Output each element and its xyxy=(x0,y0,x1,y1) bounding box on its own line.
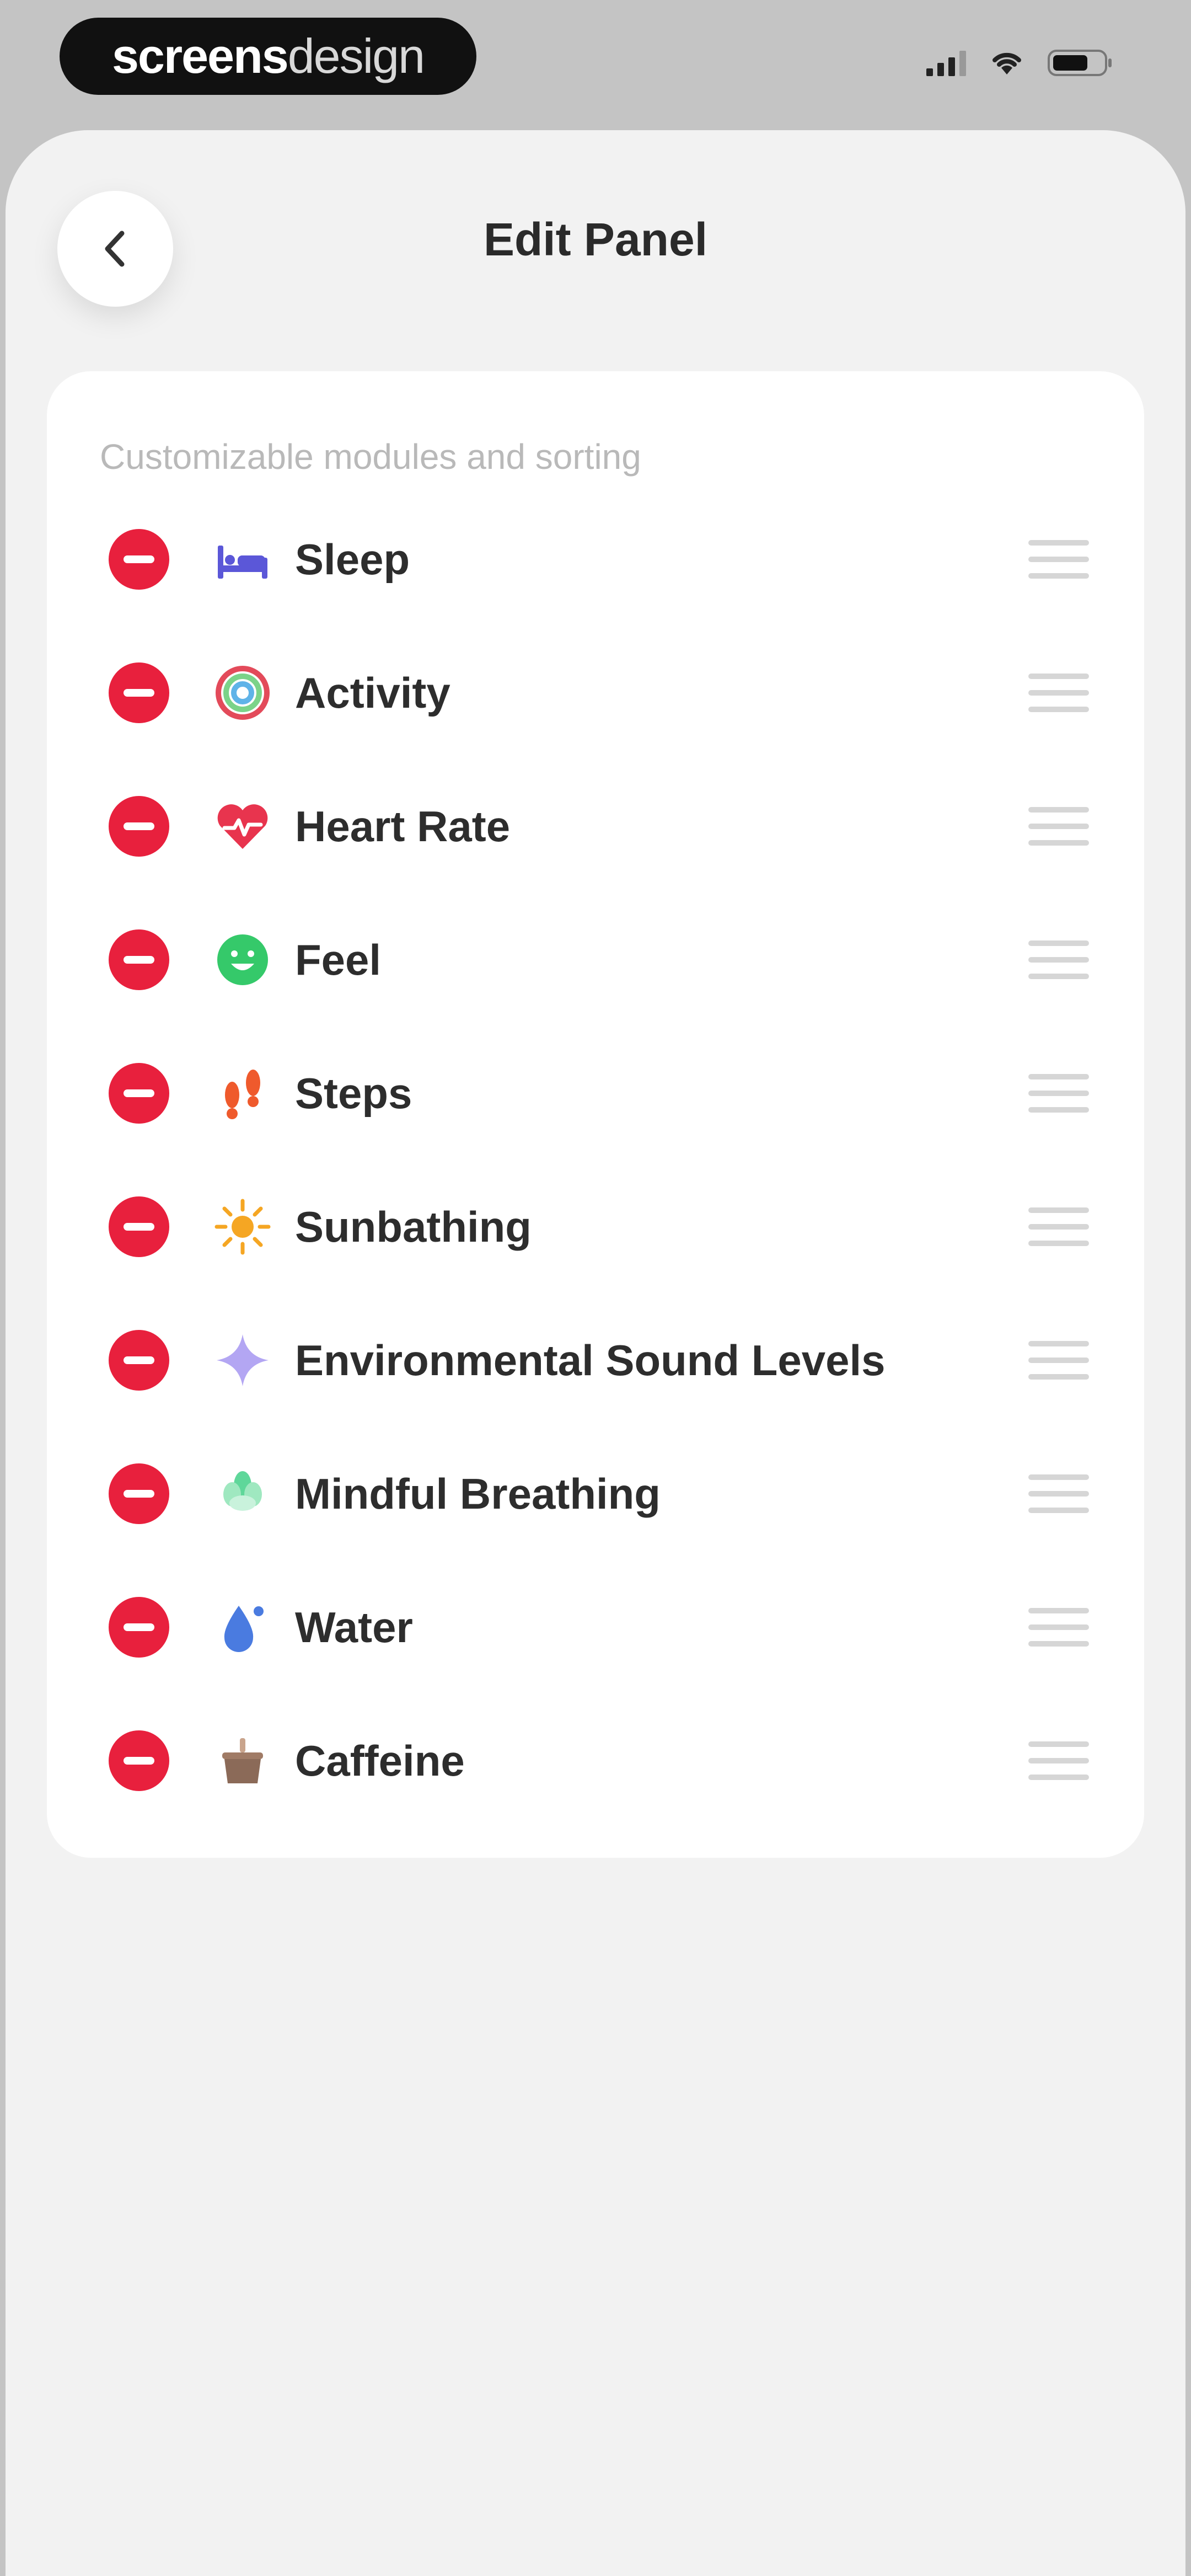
module-label: Sleep xyxy=(295,535,410,584)
module-row-caffeine: Caffeine xyxy=(47,1694,1144,1827)
bed-icon xyxy=(212,529,273,590)
brand-name-bold: screens xyxy=(111,29,289,83)
remove-button[interactable] xyxy=(109,1063,169,1124)
cellular-signal-icon xyxy=(926,50,966,76)
module-row-sunbathing: Sunbathing xyxy=(47,1160,1144,1294)
footprints-icon xyxy=(212,1063,273,1124)
module-row-sleep: Sleep xyxy=(47,493,1144,626)
module-row-steps: Steps xyxy=(47,1027,1144,1160)
header: Edit Panel xyxy=(6,130,1185,362)
wifi-icon xyxy=(990,50,1023,76)
remove-button[interactable] xyxy=(109,529,169,590)
remove-button[interactable] xyxy=(109,1196,169,1257)
module-label: Environmental Sound Levels xyxy=(295,1335,886,1385)
water-drop-icon xyxy=(212,1597,273,1658)
status-bar: screens design xyxy=(0,0,1191,132)
sound-sparkle-icon xyxy=(212,1330,273,1391)
remove-button[interactable] xyxy=(109,1463,169,1524)
drag-handle-icon[interactable] xyxy=(1028,1207,1089,1246)
module-row-mindful-breathing: Mindful Breathing xyxy=(47,1427,1144,1560)
card-subtitle: Customizable modules and sorting xyxy=(100,437,641,477)
smiley-icon xyxy=(212,929,273,990)
module-label: Mindful Breathing xyxy=(295,1469,661,1518)
remove-button[interactable] xyxy=(109,662,169,723)
drag-handle-icon[interactable] xyxy=(1028,940,1089,979)
module-row-activity: Activity xyxy=(47,626,1144,760)
module-row-feel: Feel xyxy=(47,893,1144,1027)
module-label: Feel xyxy=(295,935,382,984)
drag-handle-icon[interactable] xyxy=(1028,1474,1089,1513)
status-icons xyxy=(926,49,1114,77)
edit-panel-sheet: Edit Panel Customizable modules and sort… xyxy=(6,130,1185,2576)
module-label: Caffeine xyxy=(295,1736,465,1785)
module-label: Water xyxy=(295,1602,413,1652)
drag-handle-icon[interactable] xyxy=(1028,1741,1089,1780)
breathing-icon xyxy=(212,1463,273,1524)
remove-button[interactable] xyxy=(109,1330,169,1391)
page-title: Edit Panel xyxy=(483,213,708,265)
drag-handle-icon[interactable] xyxy=(1028,1341,1089,1380)
heart-pulse-icon xyxy=(212,796,273,857)
brand-watermark: screens design xyxy=(60,18,476,95)
modules-card: Customizable modules and sorting Sleep A… xyxy=(47,371,1144,1858)
battery-icon xyxy=(1048,49,1114,77)
module-label: Heart Rate xyxy=(295,801,511,851)
remove-button[interactable] xyxy=(109,796,169,857)
module-row-water: Water xyxy=(47,1560,1144,1694)
module-row-heart-rate: Heart Rate xyxy=(47,760,1144,893)
module-list: Sleep Activity Heart Rate Feel Steps Sun… xyxy=(47,493,1144,1827)
activity-ring-icon xyxy=(212,662,273,723)
remove-button[interactable] xyxy=(109,1597,169,1658)
module-row-environmental-sound-levels: Environmental Sound Levels xyxy=(47,1294,1144,1427)
remove-button[interactable] xyxy=(109,929,169,990)
module-label: Sunbathing xyxy=(295,1202,532,1251)
module-label: Steps xyxy=(295,1068,412,1118)
coffee-cup-icon xyxy=(212,1730,273,1791)
drag-handle-icon[interactable] xyxy=(1028,1074,1089,1113)
brand-name-light: design xyxy=(287,29,425,83)
sun-icon xyxy=(212,1196,273,1257)
drag-handle-icon[interactable] xyxy=(1028,674,1089,712)
remove-button[interactable] xyxy=(109,1730,169,1791)
drag-handle-icon[interactable] xyxy=(1028,540,1089,579)
module-label: Activity xyxy=(295,668,450,717)
drag-handle-icon[interactable] xyxy=(1028,807,1089,846)
drag-handle-icon[interactable] xyxy=(1028,1608,1089,1647)
